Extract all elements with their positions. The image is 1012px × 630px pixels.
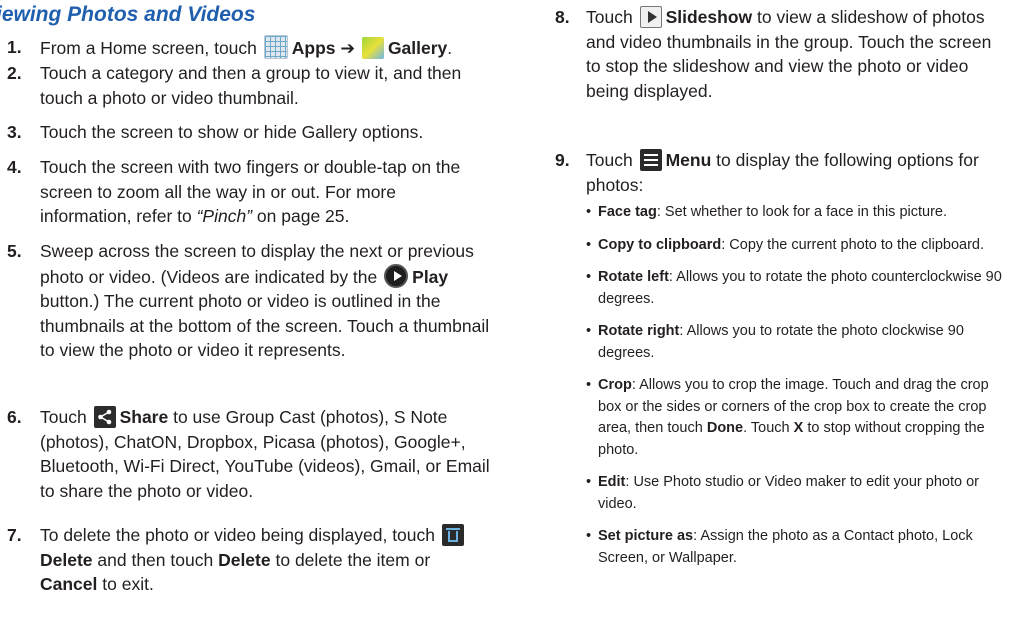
option-set-picture-as: Set picture as: Assign the photo as a Co… xyxy=(586,526,1005,569)
play-icon xyxy=(384,263,409,288)
step-5: 5. Sweep across the screen to display th… xyxy=(0,239,490,363)
step-8: 8. Touch Slideshow to view a slideshow o… xyxy=(555,5,1005,103)
step-number: 3. xyxy=(7,122,22,142)
option-edit: Edit: Use Photo studio or Video maker to… xyxy=(586,472,1005,515)
step-number: 7. xyxy=(7,525,22,545)
step-9: 9. Touch Menu to display the following o… xyxy=(555,148,1005,580)
menu-options-list: Face tag: Set whether to look for a face… xyxy=(586,202,1005,569)
share-icon xyxy=(93,406,116,428)
apps-grid-icon xyxy=(263,35,288,59)
step-number: 8. xyxy=(555,7,570,27)
step-7: 7. To delete the photo or video being di… xyxy=(0,523,490,597)
step-text: Touch Slideshow to view a slideshow of p… xyxy=(586,6,992,101)
step-number: 9. xyxy=(555,150,570,170)
step-text: Touch Menu to display the following opti… xyxy=(586,148,1005,569)
cross-reference-link[interactable]: “Pinch” xyxy=(197,206,252,226)
gallery-icon xyxy=(361,37,384,59)
step-number: 1. xyxy=(7,37,22,57)
step-2: 2. Touch a category and then a group to … xyxy=(0,61,490,110)
step-number: 5. xyxy=(7,241,22,261)
option-face-tag: Face tag: Set whether to look for a face… xyxy=(586,202,1005,224)
step-text: Touch a category and then a group to vie… xyxy=(40,63,462,108)
step-number: 4. xyxy=(7,157,22,177)
step-4: 4. Touch the screen with two fingers or … xyxy=(0,155,490,229)
step-text: Touch the screen to show or hide Gallery… xyxy=(40,122,424,142)
step-3: 3. Touch the screen to show or hide Gall… xyxy=(0,120,490,145)
option-copy-to-clipboard: Copy to clipboard: Copy the current phot… xyxy=(586,235,1005,257)
option-rotate-left: Rotate left: Allows you to rotate the ph… xyxy=(586,267,1005,310)
step-6: 6. Touch Share to use Group Cast (photos… xyxy=(0,405,490,503)
step-text: Touch Share to use Group Cast (photos), … xyxy=(40,406,490,501)
slideshow-icon xyxy=(639,6,662,28)
step-text: From a Home screen, touch Apps ➔ Gallery… xyxy=(40,35,490,61)
step-1: 1. From a Home screen, touch Apps ➔ Gall… xyxy=(0,35,490,61)
step-text: Touch the screen with two fingers or dou… xyxy=(40,157,461,226)
menu-icon xyxy=(639,149,662,171)
option-crop: Crop: Allows you to crop the image. Touc… xyxy=(586,375,1005,461)
step-text: Sweep across the screen to display the n… xyxy=(40,241,490,360)
trash-icon xyxy=(441,524,464,546)
step-number: 6. xyxy=(7,407,22,427)
section-heading: iewing Photos and Videos xyxy=(0,3,256,26)
step-number: 2. xyxy=(7,63,22,83)
option-rotate-right: Rotate right: Allows you to rotate the p… xyxy=(586,321,1005,364)
step-text: To delete the photo or video being displ… xyxy=(40,523,490,597)
